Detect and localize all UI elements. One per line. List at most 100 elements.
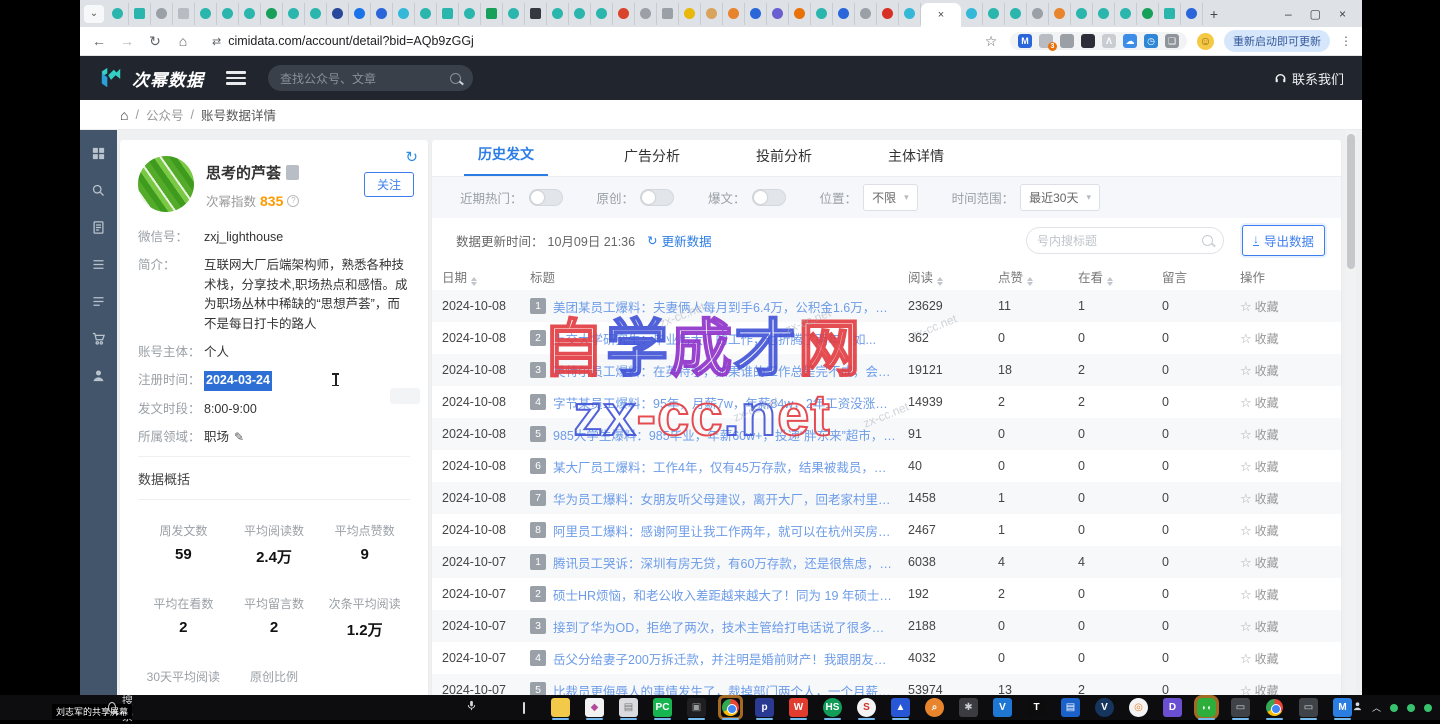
- browser-tab[interactable]: [525, 3, 547, 25]
- browser-tab[interactable]: [107, 3, 129, 25]
- people-icon[interactable]: [1352, 700, 1363, 716]
- article-link[interactable]: 阿里员工爆料：感谢阿里让我工作两年，就可以在杭州买房！不然的话，靠家...: [553, 521, 896, 540]
- rail-cart-icon[interactable]: [91, 331, 106, 346]
- favorite-button[interactable]: ☆收藏: [1240, 330, 1331, 347]
- favorite-button[interactable]: ☆收藏: [1240, 522, 1331, 539]
- browser-tab[interactable]: [349, 3, 371, 25]
- taskbar-app-wechat[interactable]: ◗◖: [1197, 698, 1216, 717]
- browser-tab[interactable]: [657, 3, 679, 25]
- browser-tab[interactable]: [855, 3, 877, 25]
- taskbar-app-D[interactable]: D: [1163, 698, 1182, 717]
- contact-us-button[interactable]: 联系我们: [1274, 69, 1344, 88]
- browser-tab[interactable]: [899, 3, 921, 25]
- browser-tab[interactable]: [459, 3, 481, 25]
- filter-select[interactable]: 最近30天▾: [1020, 184, 1100, 211]
- title-search-input[interactable]: 号内搜标题: [1026, 227, 1224, 254]
- close-tab-icon[interactable]: ×: [938, 9, 944, 21]
- article-link[interactable]: 美团某员工爆料：夫妻俩人每月到手6.4万，公积金1.6万，背着房贷，工作累...: [553, 297, 896, 316]
- url-omnibox[interactable]: ⇄ cimidata.com/account/detail?bid=AQb9zG…: [202, 30, 972, 52]
- browser-tab[interactable]: [745, 3, 767, 25]
- article-link[interactable]: 字节某员工爆料：95年，月薪7w，年薪84w，2年工资没涨了，每天都感觉好...: [553, 393, 896, 412]
- extension-icon[interactable]: ❑: [1165, 34, 1179, 48]
- filter-select[interactable]: 不限▾: [863, 184, 918, 211]
- home-breadcrumb-icon[interactable]: ⌂: [120, 107, 128, 123]
- extension-icon[interactable]: M: [1018, 34, 1032, 48]
- extension-icon[interactable]: [1060, 34, 1074, 48]
- refresh-data-link[interactable]: 更新数据: [662, 231, 712, 250]
- rail-user-icon[interactable]: [91, 368, 106, 383]
- sort-arrows-icon[interactable]: [1107, 277, 1113, 286]
- browser-tab[interactable]: [591, 3, 613, 25]
- page-scrollbar-thumb[interactable]: [1347, 134, 1355, 269]
- taskbar-app-PC[interactable]: PC: [653, 698, 672, 717]
- browser-tab[interactable]: [283, 3, 305, 25]
- browser-tab[interactable]: [1181, 3, 1203, 25]
- taskbar-app-chrome[interactable]: [721, 698, 740, 717]
- article-link[interactable]: 华为员工爆料：女朋友听父母建议，离开大厂，回老家村里当老师，月薪1500...: [553, 489, 896, 508]
- taskbar-app-M[interactable]: M: [1333, 698, 1352, 717]
- browser-tab[interactable]: [723, 3, 745, 25]
- new-tab-button[interactable]: +: [1203, 3, 1225, 25]
- taskbar-app-chrome[interactable]: [1265, 698, 1284, 717]
- rail-list2-icon[interactable]: [91, 294, 106, 309]
- tab-search-chevron-icon[interactable]: ⌄: [84, 5, 104, 23]
- home-icon[interactable]: ⌂: [174, 33, 192, 49]
- info-icon[interactable]: ?: [287, 195, 299, 207]
- browser-tab[interactable]: [811, 3, 833, 25]
- taskbar-app-◆[interactable]: ◆: [585, 698, 604, 717]
- taskbar-app-▤[interactable]: ▤: [619, 698, 638, 717]
- follow-button[interactable]: 关注: [364, 172, 414, 197]
- column-header[interactable]: 在看: [1078, 267, 1162, 286]
- favorite-button[interactable]: ☆收藏: [1240, 458, 1331, 475]
- bookmark-star-icon[interactable]: ☆: [982, 33, 1000, 50]
- site-logo[interactable]: 次幂数据: [98, 66, 204, 91]
- browser-tab[interactable]: [261, 3, 283, 25]
- taskbar-app-▣[interactable]: ▣: [687, 698, 706, 717]
- article-link[interactable]: 985大学生爆料：985毕业，年薪60w+，投递“胖东来”超市，连简历初筛都没.…: [553, 425, 896, 444]
- browser-tab[interactable]: [701, 3, 723, 25]
- browser-tab[interactable]: [195, 3, 217, 25]
- extension-icon[interactable]: ☁: [1123, 34, 1137, 48]
- browser-tab[interactable]: [503, 3, 525, 25]
- article-link[interactable]: 接到了华为OD，拒绝了两次，技术主管给打电话说了很多职业发展的事情，...: [553, 617, 896, 636]
- browser-tab[interactable]: [437, 3, 459, 25]
- favorite-button[interactable]: ☆收藏: [1240, 490, 1331, 507]
- active-tab[interactable]: ×: [921, 3, 961, 27]
- tab-投前分析[interactable]: 投前分析: [756, 146, 812, 176]
- browser-tab[interactable]: [679, 3, 701, 25]
- extension-icon[interactable]: 3: [1039, 34, 1053, 48]
- browser-tab[interactable]: [173, 3, 195, 25]
- edit-pencil-icon[interactable]: ✎: [234, 428, 244, 447]
- minimize-button[interactable]: –: [1285, 7, 1292, 21]
- column-header[interactable]: 阅读: [908, 267, 998, 286]
- toggle-switch[interactable]: [640, 189, 674, 206]
- tray-green-dot-icon[interactable]: [1424, 704, 1432, 712]
- browser-tab[interactable]: [767, 3, 789, 25]
- browser-tab[interactable]: [877, 3, 899, 25]
- toggle-switch[interactable]: [529, 189, 563, 206]
- field-value[interactable]: 2024-03-24: [204, 371, 272, 390]
- taskbar-app-◎[interactable]: ◎: [1129, 698, 1148, 717]
- extension-icon[interactable]: Λ: [1102, 34, 1116, 48]
- taskbar-app-T[interactable]: T: [1027, 698, 1046, 717]
- breadcrumb-item[interactable]: 公众号: [146, 105, 184, 124]
- browser-tab[interactable]: [1137, 3, 1159, 25]
- article-link[interactable]: 腾讯员工哭诉：深圳有房无贷，有60万存款，还是很焦虑，能找到30w的安稳...: [553, 553, 896, 572]
- browser-tab[interactable]: [569, 3, 591, 25]
- browser-tab[interactable]: [1049, 3, 1071, 25]
- extension-icon[interactable]: [1081, 34, 1095, 48]
- column-header[interactable]: 点赞: [998, 267, 1078, 286]
- task-view-icon[interactable]: [523, 702, 525, 714]
- taskbar-app-HS[interactable]: HS: [823, 698, 842, 717]
- maximize-button[interactable]: ▢: [1310, 7, 1321, 21]
- tab-主体详情[interactable]: 主体详情: [888, 146, 944, 176]
- reload-icon[interactable]: ↻: [146, 33, 164, 50]
- column-header[interactable]: 日期: [442, 267, 530, 286]
- taskbar-app-W[interactable]: W: [789, 698, 808, 717]
- extension-icon[interactable]: ◷: [1144, 34, 1158, 48]
- browser-tab[interactable]: [129, 3, 151, 25]
- favorite-button[interactable]: ☆收藏: [1240, 394, 1331, 411]
- browser-tab[interactable]: [217, 3, 239, 25]
- article-link[interactable]: 比裁员更侮辱人的事情发生了，裁掉部门两个人，一个月薪两万，一个月薪三...: [553, 681, 896, 696]
- browser-tab[interactable]: [1071, 3, 1093, 25]
